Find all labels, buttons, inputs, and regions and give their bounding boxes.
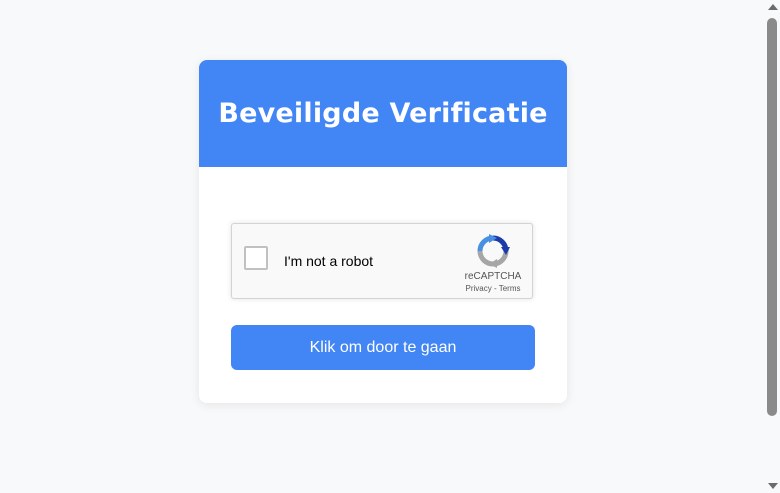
- vertical-scrollbar[interactable]: [765, 0, 780, 493]
- recaptcha-logo-icon: [477, 234, 510, 268]
- terms-link[interactable]: Terms: [499, 284, 521, 293]
- recaptcha-widget: I'm not a robot reCAPTCHA Privacy - Term…: [231, 223, 533, 299]
- scroll-down-arrow-icon[interactable]: [768, 483, 778, 489]
- privacy-link[interactable]: Privacy: [466, 284, 492, 293]
- scrollbar-thumb[interactable]: [767, 18, 777, 416]
- recaptcha-checkbox-label: I'm not a robot: [284, 253, 374, 269]
- continue-button[interactable]: Klik om door te gaan: [231, 325, 535, 370]
- scroll-up-arrow-icon[interactable]: [768, 4, 778, 10]
- link-separator: -: [493, 284, 497, 293]
- page-title: Beveiligde Verificatie: [218, 98, 548, 129]
- card-header: Beveiligde Verificatie: [199, 60, 567, 167]
- page-viewport: Beveiligde Verificatie I'm not a robot r…: [0, 0, 780, 493]
- recaptcha-links: Privacy - Terms: [456, 284, 530, 293]
- recaptcha-brand-text: reCAPTCHA: [464, 271, 522, 282]
- recaptcha-checkbox[interactable]: [244, 246, 268, 270]
- verification-card: Beveiligde Verificatie I'm not a robot r…: [199, 60, 567, 403]
